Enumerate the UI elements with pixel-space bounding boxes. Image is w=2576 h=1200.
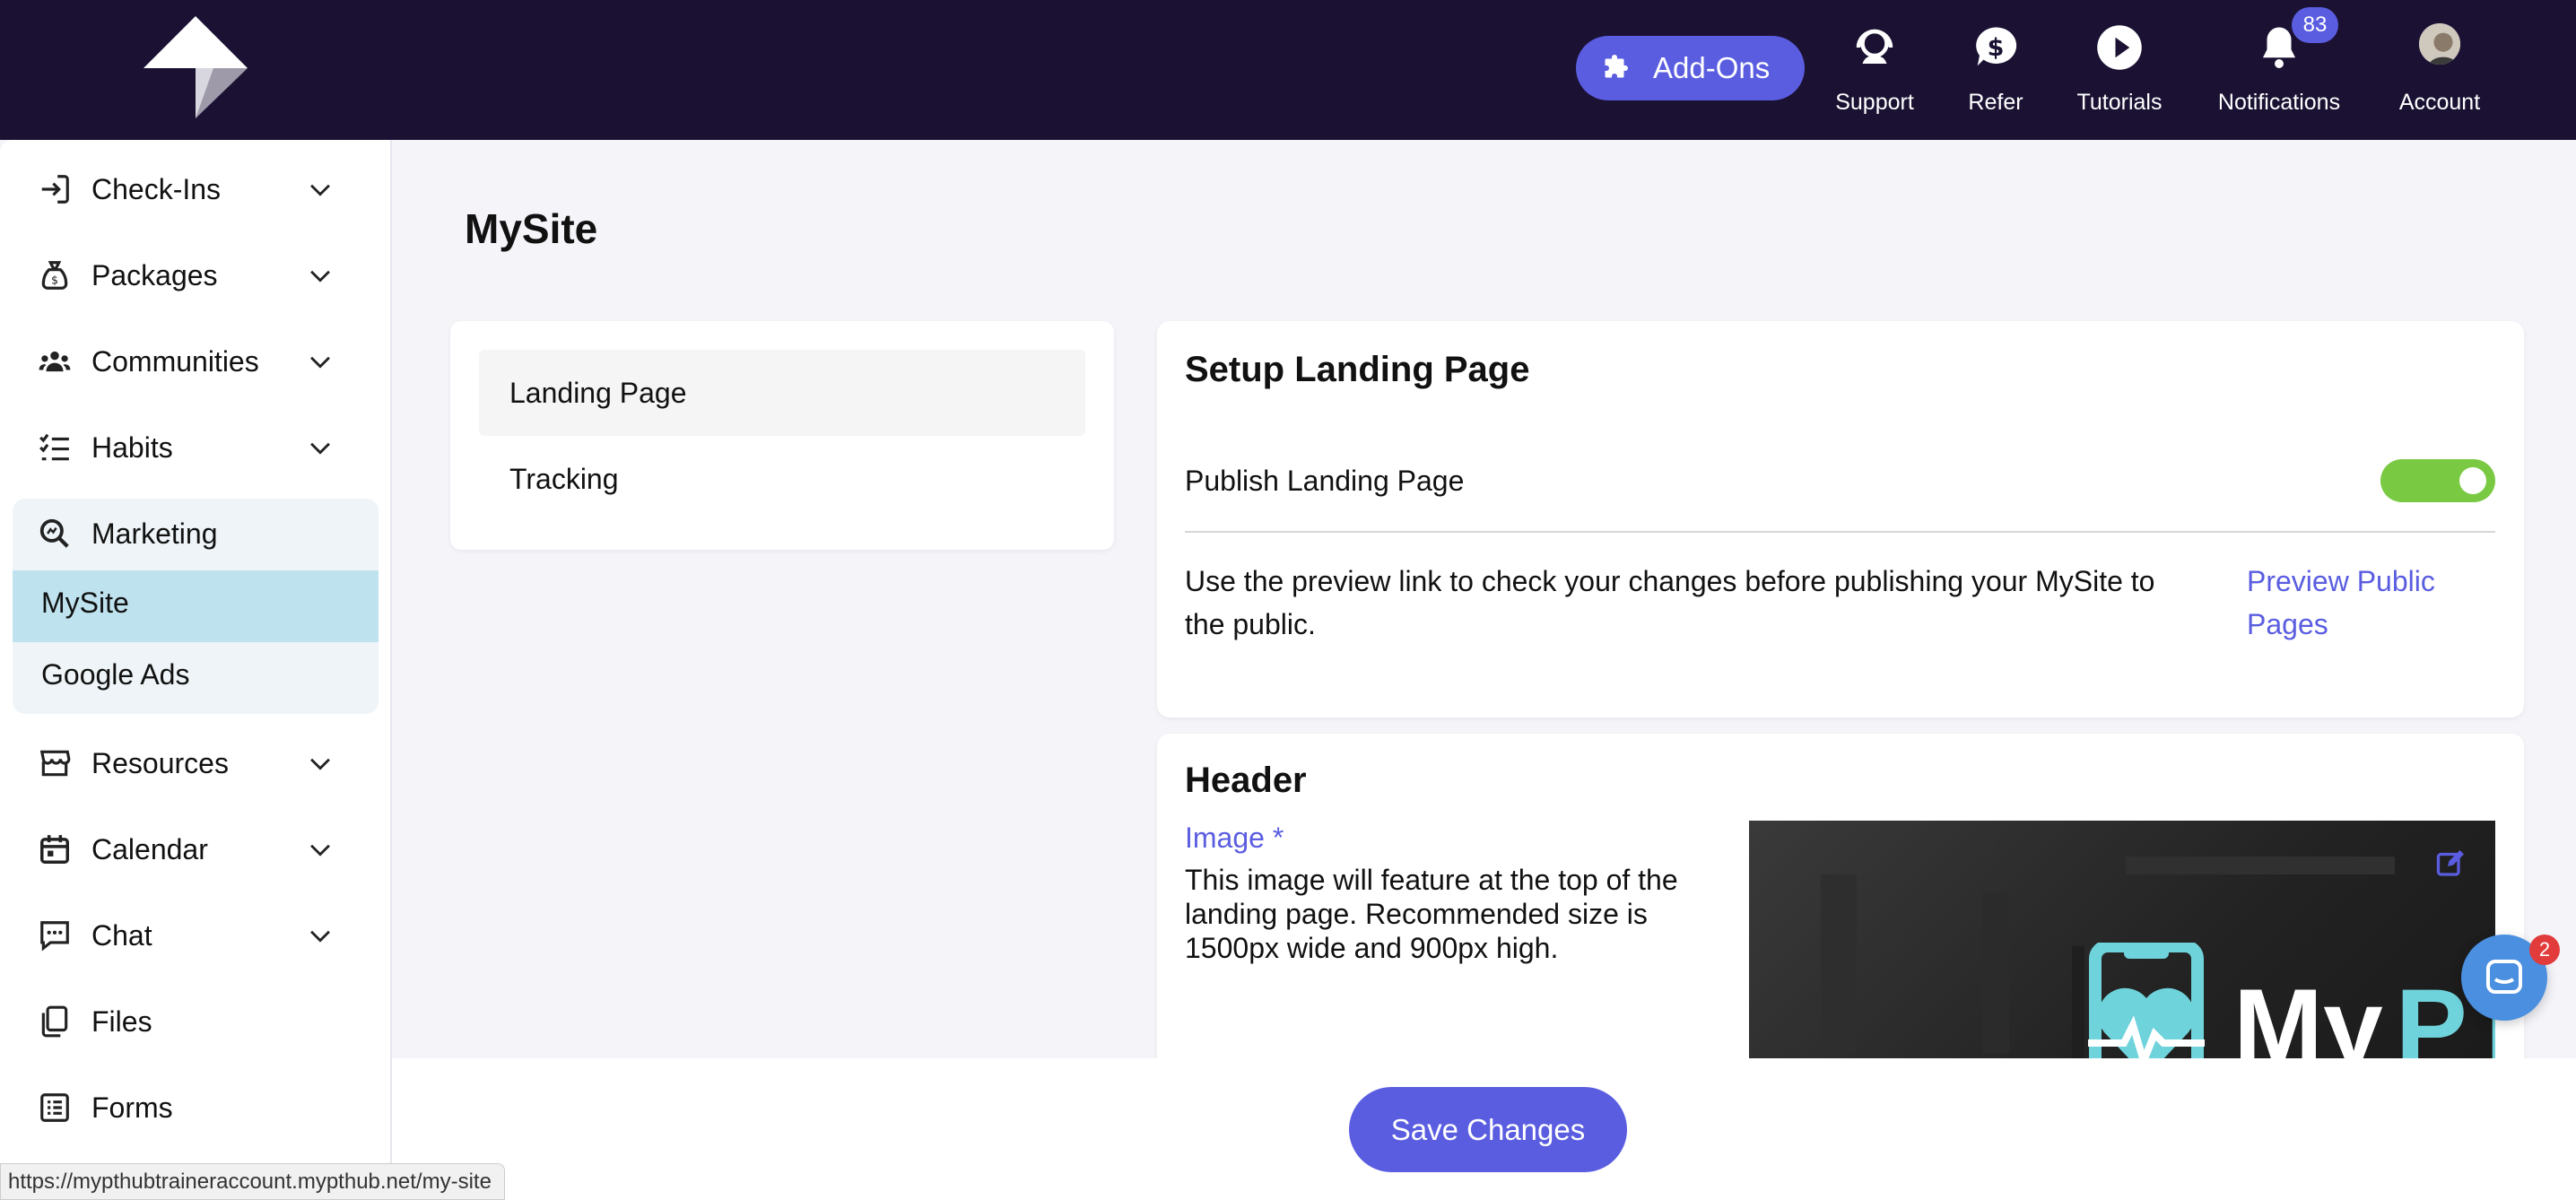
divider [1185,531,2495,533]
setup-landing-page-card: Setup Landing Page Publish Landing Page … [1157,321,2524,717]
preview-public-pages-link[interactable]: Preview Public Pages [2247,560,2435,646]
magnifier-icon [39,518,69,548]
calendar-icon [40,835,69,864]
sidebar-item-marketing[interactable]: Marketing [0,502,377,565]
check-in-icon [41,175,69,204]
sidebar-subitem-mysite[interactable]: MySite [41,587,129,620]
image-desc-line: 1500px wide and 900px high. [1185,932,1559,964]
tutorials-label: Tutorials [2076,90,2163,115]
support-icon [1856,29,1893,64]
play-icon [2097,25,2142,70]
page-title: MySite [465,205,598,252]
image-desc-line: landing page. Recommended size is [1185,898,1648,930]
sidebar-item-chat[interactable]: Chat [0,904,377,967]
chevron-down-icon[interactable] [305,748,335,778]
app-logo[interactable] [142,14,249,122]
support-label: Support [1835,90,1914,115]
svg-text:$: $ [1988,34,2005,62]
money-bag-icon: $ [41,261,68,290]
sidebar-item-label: Chat [91,918,152,952]
tab-landing-page[interactable]: Landing Page [479,350,1085,436]
status-bar-url: https://mypthubtraineraccount.mypthub.ne… [0,1163,505,1200]
sidebar-item-label: Check-Ins [91,172,222,205]
refer-button[interactable]: $ Refer [1933,23,2058,116]
notifications-label: Notifications [2217,90,2341,115]
preview-link-line: Pages [2247,608,2328,640]
top-bar: Add-Ons Support $ Refer Tutorials Notifi… [0,0,2576,140]
toggle-knob [2459,467,2486,494]
edit-icon[interactable] [2434,848,2467,880]
svg-text:$: $ [51,274,58,287]
sidebar-item-forms[interactable]: Forms [0,1076,377,1139]
notification-count-badge: 83 [2292,7,2338,43]
account-label: Account [2398,90,2481,115]
puzzle-icon [1605,55,1628,78]
refer-label: Refer [1968,90,2023,115]
tutorials-button[interactable]: Tutorials [2057,23,2182,116]
messenger-icon [2486,960,2522,994]
account-button[interactable]: Account [2377,23,2502,116]
store-icon [39,750,71,777]
add-ons-label: Add-Ons [1653,51,1771,84]
sidebar-item-check-ins[interactable]: Check-Ins [0,158,377,221]
sidebar-item-label: Communities [91,344,259,378]
chevron-down-icon[interactable] [305,834,335,865]
sidebar-item-label: Habits [91,430,173,464]
sidebar-item-packages[interactable]: $ Packages [0,244,377,307]
sidebar-item-label: Marketing [91,517,218,550]
chevron-down-icon[interactable] [305,174,335,204]
chat-unread-badge: 2 [2529,935,2560,965]
avatar [2419,23,2460,65]
preview-description: Use the preview link to check your chang… [1185,560,2154,646]
save-changes-button[interactable]: Save Changes [1349,1087,1627,1172]
chat-icon [40,921,69,952]
sidebar-item-label: Forms [91,1091,173,1124]
sidebar-item-calendar[interactable]: Calendar [0,818,377,881]
preview-link-line: Preview Public [2247,565,2435,597]
sidebar-item-label: Calendar [91,832,208,865]
files-icon [41,1005,68,1038]
sidebar-item-communities[interactable]: Communities [0,330,377,393]
support-button[interactable]: Support [1812,23,1937,116]
sidebar-item-label: Packages [91,258,218,291]
preview-desc-line: Use the preview link to check your chang… [1185,565,2155,597]
form-icon [40,1093,69,1122]
add-ons-button[interactable]: Add-Ons [1576,36,1805,100]
image-description: This image will feature at the top of th… [1185,863,1678,965]
sidebar-item-files[interactable]: Files [0,990,377,1053]
sidebar-item-resources[interactable]: Resources [0,732,377,795]
chevron-down-icon[interactable] [305,260,335,291]
dollar-icon: $ [1976,27,2017,66]
chevron-down-icon[interactable] [305,920,335,951]
image-desc-line: This image will feature at the top of th… [1185,864,1678,896]
image-field-label: Image * [1185,822,1284,854]
sidebar-subitem-google-ads[interactable]: Google Ads [41,658,189,691]
section-tabs: Landing Page Tracking [450,321,1114,550]
preview-desc-line: the public. [1185,608,1316,640]
checklist-icon [39,433,69,461]
publish-toggle[interactable] [2380,459,2495,502]
setup-title: Setup Landing Page [1185,350,1530,389]
sidebar-item-habits[interactable]: Habits [0,416,377,479]
header-card: Header Image * This image will feature a… [1157,734,2524,1110]
sidebar: Check-Ins $ Packages Communities Habits … [0,140,392,1200]
publish-label: Publish Landing Page [1185,465,1465,497]
sidebar-item-label: Resources [91,746,229,779]
chevron-down-icon[interactable] [305,432,335,463]
header-image-preview[interactable]: MyPT [1749,821,2495,1090]
chevron-down-icon[interactable] [305,346,335,377]
header-title: Header [1185,761,1307,800]
tab-tracking[interactable]: Tracking [479,436,1085,522]
sidebar-item-label: Files [91,1004,152,1038]
people-icon [39,351,71,372]
